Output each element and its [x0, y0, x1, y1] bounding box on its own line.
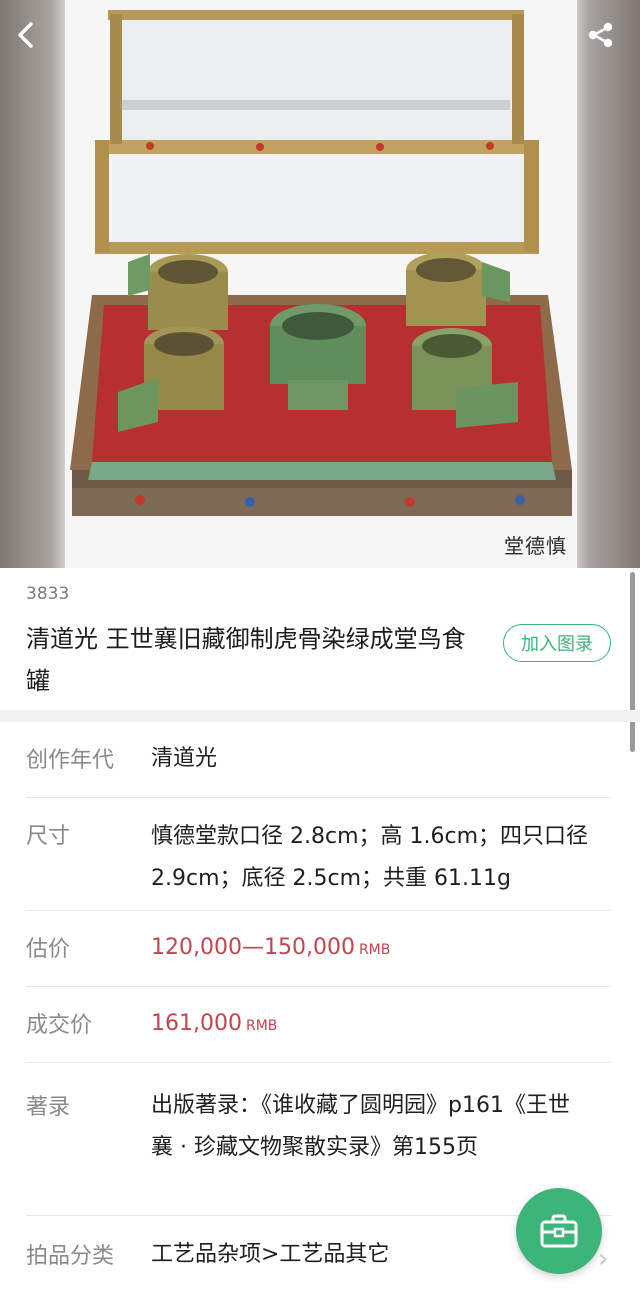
detail-label: 估价	[26, 937, 71, 962]
estimate-value: 120,000—150,000 RMB	[151, 927, 591, 971]
seal-mark: 堂德慎	[504, 534, 567, 558]
detail-value: 出版著录：《谁收藏了圆明园》p161《王世襄 · 珍藏文物聚散实录》第155页	[151, 1093, 570, 1160]
bird-feeder-set-illustration	[65, 0, 577, 568]
chevron-right-icon: ›	[598, 1244, 609, 1274]
lot-number: 3833	[26, 584, 70, 604]
section-divider	[0, 710, 640, 722]
lot-title: 清道光 王世襄旧藏御制虎骨染绿成堂鸟食罐	[26, 625, 466, 695]
portfolio-button[interactable]	[516, 1188, 602, 1274]
detail-row-literature: 著录 出版著录：《谁收藏了圆明园》p161《王世襄 · 珍藏文物聚散实录》第15…	[26, 1063, 612, 1216]
hero-image: 堂德慎	[0, 0, 640, 568]
detail-row-era: 创作年代 清道光	[26, 722, 612, 798]
currency-unit: RMB	[358, 942, 391, 958]
detail-row-hammer-price: 成交价 161,000 RMB	[26, 987, 612, 1063]
detail-label: 创作年代	[26, 748, 115, 773]
hammer-price-value: 161,000 RMB	[151, 1003, 591, 1047]
currency-unit: RMB	[245, 1018, 278, 1034]
glass-lid	[95, 10, 539, 254]
detail-row-size: 尺寸 慎德堂款口径 2.8cm；高 1.6cm；四只口径 2.9cm；底径 2.…	[26, 798, 612, 911]
scrollbar-thumb[interactable]	[630, 572, 635, 752]
hammer-price: 161,000	[151, 1011, 242, 1036]
add-to-catalog-button[interactable]: 加入图录	[503, 624, 611, 662]
detail-label: 成交价	[26, 1013, 93, 1038]
share-icon	[588, 22, 613, 48]
detail-value: 慎德堂款口径 2.8cm；高 1.6cm；四只口径 2.9cm；底径 2.5cm…	[151, 824, 589, 891]
detail-value: 清道光	[151, 746, 218, 771]
chevron-left-icon	[18, 22, 33, 48]
back-button[interactable]	[14, 20, 54, 60]
briefcase-icon	[540, 1214, 578, 1248]
detail-row-estimate: 估价 120,000—150,000 RMB	[26, 911, 612, 987]
detail-label: 拍品分类	[26, 1244, 115, 1269]
estimate-price: 120,000—150,000	[151, 935, 355, 960]
detail-label: 著录	[26, 1095, 71, 1120]
detail-label: 尺寸	[26, 824, 71, 849]
share-button[interactable]	[586, 20, 626, 60]
